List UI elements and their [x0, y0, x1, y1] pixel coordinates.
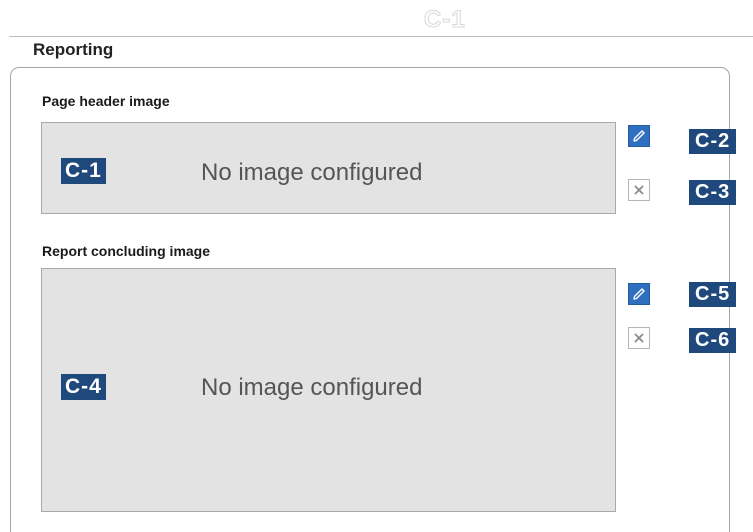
- callout-c1: C-1: [61, 158, 106, 184]
- section-divider: [9, 36, 753, 37]
- close-icon: [634, 185, 644, 195]
- page-header-no-image-text: No image configured: [201, 159, 423, 186]
- pencil-icon: [633, 288, 645, 300]
- callout-c2: C-2: [689, 129, 737, 154]
- report-concluding-edit-button[interactable]: [628, 283, 650, 305]
- report-concluding-image-box[interactable]: C-4 No image configured: [41, 268, 616, 512]
- page-header-remove-button[interactable]: [628, 179, 650, 201]
- report-concluding-no-image-text: No image configured: [201, 374, 423, 401]
- page-header-edit-button[interactable]: [628, 125, 650, 147]
- close-icon: [634, 333, 644, 343]
- reporting-settings-page: C-1 Reporting Page header image C-1 No i…: [0, 0, 753, 532]
- faded-callout-label: C-1: [424, 6, 466, 34]
- callout-c3: C-3: [689, 180, 737, 205]
- report-concluding-remove-button[interactable]: [628, 327, 650, 349]
- report-concluding-image-label: Report concluding image: [42, 243, 211, 259]
- callout-c4: C-4: [61, 374, 106, 400]
- callout-c5: C-5: [689, 282, 737, 307]
- section-title: Reporting: [33, 40, 114, 59]
- pencil-icon: [633, 130, 645, 142]
- callout-c6: C-6: [689, 328, 737, 353]
- page-header-image-box[interactable]: C-1 No image configured: [41, 122, 616, 214]
- page-header-image-label: Page header image: [42, 93, 170, 109]
